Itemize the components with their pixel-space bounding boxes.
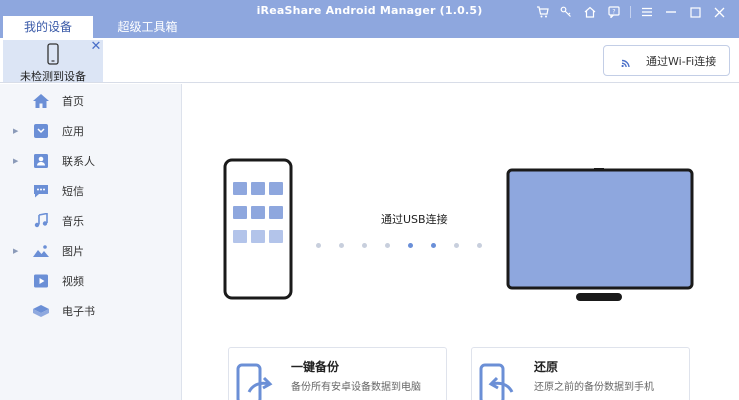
- phone-illustration: [223, 158, 293, 300]
- restore-card[interactable]: 还原 还原之前的备份数据到手机: [471, 347, 690, 400]
- sidebar-item-ebooks[interactable]: 电子书: [0, 296, 181, 326]
- sidebar: 首页 ▶ 应用 ▶ 联系人 短信 音乐 ▶ 图片 视频 电子书: [0, 84, 182, 400]
- sidebar-item-home[interactable]: 首页: [0, 86, 181, 116]
- key-icon[interactable]: [554, 3, 578, 21]
- device-strip: 未检测到设备 ✕ 通过Wi-Fi连接: [0, 38, 739, 83]
- tab-my-devices[interactable]: 我的设备: [3, 16, 93, 38]
- sidebar-item-label: 音乐: [62, 215, 84, 228]
- feedback-icon[interactable]: ?: [602, 3, 626, 21]
- video-icon: [34, 274, 48, 288]
- minimize-icon[interactable]: [659, 3, 683, 21]
- expand-arrow-icon[interactable]: ▶: [13, 127, 18, 135]
- computer-monitor-illustration: [506, 168, 694, 301]
- close-icon[interactable]: [707, 3, 731, 21]
- ebook-icon: [33, 305, 49, 317]
- backup-card-title: 一键备份: [291, 360, 340, 374]
- contacts-icon: [34, 154, 48, 168]
- window-controls: ?: [530, 3, 731, 21]
- sidebar-item-label: 电子书: [62, 305, 95, 318]
- sidebar-item-videos[interactable]: 视频: [0, 266, 181, 296]
- main-content: 通过USB连接 一键备份 备份所有安卓设备数据到电脑 还原 还原之前的备份数据到…: [183, 84, 739, 400]
- expand-arrow-icon[interactable]: ▶: [13, 157, 18, 165]
- progress-dot: [477, 243, 482, 248]
- sidebar-item-label: 视频: [62, 275, 84, 288]
- restore-card-desc: 还原之前的备份数据到手机: [534, 382, 654, 393]
- progress-dot: [454, 243, 459, 248]
- usb-connect-label: 通过USB连接: [381, 213, 448, 226]
- photo-icon: [33, 245, 49, 257]
- sidebar-item-apps[interactable]: ▶ 应用: [0, 116, 181, 146]
- sidebar-item-label: 图片: [62, 245, 84, 258]
- message-icon: [34, 185, 48, 198]
- sidebar-item-music[interactable]: 音乐: [0, 206, 181, 236]
- progress-dot-active: [408, 243, 413, 248]
- sidebar-item-messages[interactable]: 短信: [0, 176, 181, 206]
- sidebar-item-label: 首页: [62, 95, 84, 108]
- progress-dot: [362, 243, 367, 248]
- progress-dot: [339, 243, 344, 248]
- sidebar-item-contacts[interactable]: ▶ 联系人: [0, 146, 181, 176]
- svg-text:?: ?: [612, 8, 615, 15]
- title-bar: 我的设备 超级工具箱 iReaShare Android Manager (1.…: [0, 0, 739, 38]
- progress-dot: [385, 243, 390, 248]
- expand-arrow-icon[interactable]: ▶: [13, 247, 18, 255]
- wifi-connect-button[interactable]: 通过Wi-Fi连接: [603, 45, 730, 76]
- restore-card-title: 还原: [534, 360, 559, 374]
- music-icon: [34, 213, 48, 228]
- home-icon[interactable]: [578, 3, 602, 21]
- device-card[interactable]: 未检测到设备 ✕: [3, 40, 103, 83]
- restore-icon: [479, 363, 514, 400]
- phone-icon: [47, 43, 59, 65]
- controls-divider: [630, 6, 631, 18]
- apps-icon: [34, 124, 48, 138]
- home-icon: [33, 94, 49, 108]
- progress-dot-active: [431, 243, 436, 248]
- backup-icon: [236, 363, 273, 400]
- tab-super-toolbox[interactable]: 超级工具箱: [100, 16, 195, 38]
- wifi-button-label: 通过Wi-Fi连接: [646, 54, 717, 68]
- sidebar-item-label: 应用: [62, 125, 84, 138]
- maximize-icon[interactable]: [683, 3, 707, 21]
- menu-icon[interactable]: [635, 3, 659, 21]
- backup-card-desc: 备份所有安卓设备数据到电脑: [291, 382, 421, 393]
- device-close-icon[interactable]: ✕: [89, 40, 103, 54]
- sidebar-item-label: 联系人: [62, 155, 95, 168]
- one-click-backup-card[interactable]: 一键备份 备份所有安卓设备数据到电脑: [228, 347, 447, 400]
- progress-dot: [316, 243, 321, 248]
- device-status-label: 未检测到设备: [20, 70, 86, 83]
- wifi-icon: [621, 59, 630, 67]
- sidebar-item-photos[interactable]: ▶ 图片: [0, 236, 181, 266]
- sidebar-item-label: 短信: [62, 185, 84, 198]
- cart-icon[interactable]: [530, 3, 554, 21]
